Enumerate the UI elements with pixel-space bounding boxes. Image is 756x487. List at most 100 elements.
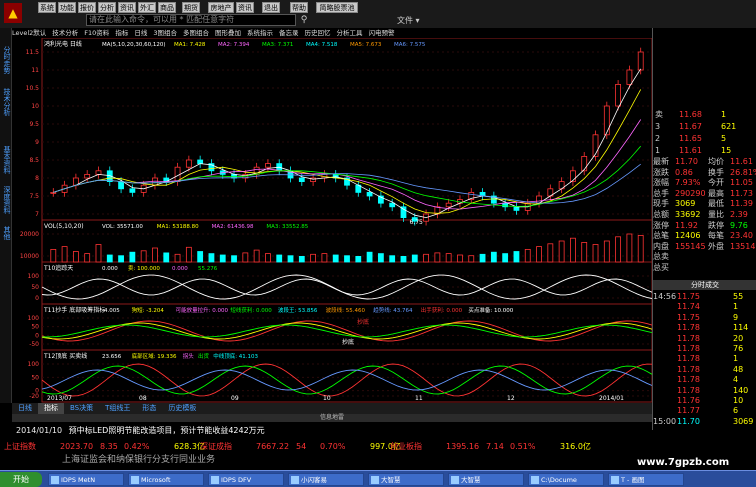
menu-item-2[interactable]: F10资料 <box>84 28 109 38</box>
volume-bar <box>355 255 362 263</box>
toolbar-button-7[interactable]: 期货 <box>182 2 200 13</box>
stat-key: 总手 <box>653 188 669 198</box>
volume-bar <box>61 246 68 263</box>
toolbar-button-1[interactable]: 功能 <box>58 2 76 13</box>
ticker-message[interactable]: 上海证监会和纳保银行分支行同业业务 <box>62 453 215 467</box>
trade-price: 11.78 <box>677 375 700 385</box>
menu-item-0[interactable]: Level2默认 <box>12 28 46 38</box>
toolbar-button-3[interactable]: 分析 <box>98 2 116 13</box>
bottom-tab-2[interactable]: BS决策 <box>64 403 99 414</box>
toolbar-button-8[interactable]: 房地产 <box>208 2 234 13</box>
stat-row-9: 总卖 <box>653 252 756 262</box>
y-tick-4-0: 100 <box>28 361 40 368</box>
panel-legend-3-8: 买点准备: 10.000 <box>468 306 513 314</box>
taskbar-item-1[interactable]: Microsoft <box>128 473 204 486</box>
volume-bar <box>129 251 136 263</box>
panel-legend-3-7: 出手获利: 0.000 <box>421 306 463 314</box>
news-item[interactable]: 2014/01/10 预中标LED照明节能改造项目，预计节能收益4242万元 <box>12 422 652 440</box>
left-tab-1[interactable]: 技术分析 <box>1 88 11 116</box>
stat-value: 3069 <box>675 199 696 209</box>
trade-row-12: 15:00 11.70 3069 <box>653 417 756 427</box>
menu-item-1[interactable]: 技术分析 <box>52 28 78 38</box>
index-name-2[interactable]: 创业板指 <box>390 441 422 453</box>
stat-row-0: 最新 11.70 均价 11.61 <box>653 157 756 167</box>
news-title[interactable]: 预中标LED照明节能改造项目，预计节能收益4242万元 <box>69 426 265 435</box>
command-search-input[interactable]: 请在此输入命令，可以用 * 匹配任意字符 <box>86 14 296 26</box>
toolbar-button-2[interactable]: 报价 <box>78 2 96 13</box>
menu-item-12[interactable]: 闪电预警 <box>368 28 394 38</box>
stat-row-6: 涨停 11.92 跌停 9.76 <box>653 221 756 231</box>
taskbar-item-3[interactable]: 小闪客易 <box>288 473 364 486</box>
trade-row-0: 14:56 11.75 55 <box>653 292 756 302</box>
left-tab-0[interactable]: 分时走势 <box>1 46 11 74</box>
stat-key: 内盘 <box>653 241 669 251</box>
menu-item-11[interactable]: 分析工具 <box>336 28 362 38</box>
bottom-tab-4[interactable]: 形态 <box>136 403 162 414</box>
ask-price: 11.61 <box>679 146 702 155</box>
panel-legend-2-1: 卖: 100.000 <box>128 265 160 272</box>
stat-value: 11.92 <box>675 220 698 230</box>
candle <box>265 163 271 168</box>
menu-item-6[interactable]: 多图组合 <box>183 28 209 38</box>
menu-item-9[interactable]: 备忘录 <box>279 28 299 38</box>
x-axis-label-6: 2014/01 <box>599 395 624 402</box>
trade-volume: 55 <box>733 292 744 301</box>
menu-item-4[interactable]: 日线 <box>134 28 147 38</box>
stat-key: 总笔 <box>653 231 669 241</box>
file-menu[interactable]: 文件 ▾ <box>397 15 420 26</box>
volume-bar <box>457 254 463 263</box>
toolbar-button-4[interactable]: 资讯 <box>118 2 136 13</box>
taskbar-item-4[interactable]: 大智慧 <box>368 473 444 486</box>
chart-area[interactable]: 鸿利光电 日线 MA(5,10,20,30,60,120) MA1: 7.428 MA… <box>12 28 652 403</box>
taskbar-item-0[interactable]: IDPS MetN <box>48 473 124 486</box>
ask-price: 11.68 <box>679 110 702 119</box>
toolbar-button-12[interactable]: 简略股票池 <box>316 2 358 13</box>
taskbar-item-6[interactable]: C:\Docume <box>528 473 604 486</box>
index-name-0[interactable]: 上证指数 <box>4 441 36 453</box>
panel-legend-1-0: VOL: 35571.00 <box>102 224 143 230</box>
left-tab-3[interactable]: 深度资料 <box>1 186 11 214</box>
start-button[interactable]: 开始 <box>0 472 42 487</box>
candle <box>615 84 622 107</box>
news-ticker: 上海证监会和纳保银行分支行同业业务 <box>0 453 590 467</box>
ask-price: 11.65 <box>679 134 702 143</box>
trade-row-6: 11.78 1 <box>653 354 756 364</box>
ask-label: 3 <box>655 122 661 131</box>
toolbar-button-0[interactable]: 系统 <box>38 2 56 13</box>
menu-item-10[interactable]: 历史回忆 <box>304 28 330 38</box>
trade-row-10: 11.76 10 <box>653 396 756 406</box>
taskbar-item-2[interactable]: IDPS DFV <box>208 473 284 486</box>
taskbar-item-5[interactable]: 大智慧 <box>448 473 524 486</box>
panel-legend-0-4: MA4: 7.518 <box>306 42 338 48</box>
trade-row-8: 11.78 4 <box>653 375 756 385</box>
index-name-1[interactable]: 深证成指 <box>200 441 232 453</box>
stat-value: 11.70 <box>675 157 698 166</box>
toolbar-button-6[interactable]: 商品 <box>158 2 176 13</box>
menu-item-3[interactable]: 指标 <box>115 28 128 38</box>
menu-item-5[interactable]: 3图组合 <box>153 28 177 38</box>
magnifier-icon[interactable]: ⚲ <box>298 14 310 26</box>
stat-key: 最新 <box>653 157 669 166</box>
bottom-tab-0[interactable]: 日线 <box>12 403 38 414</box>
taskbar-item-7[interactable]: T - 画图 <box>608 473 684 486</box>
trade-price: 11.75 <box>677 312 700 322</box>
menu-item-7[interactable]: 图形叠加 <box>215 28 241 38</box>
left-tab-2[interactable]: 基本资料 <box>1 146 11 174</box>
toolbar-button-5[interactable]: 外汇 <box>138 2 156 13</box>
bottom-tab-3[interactable]: T组线王 <box>99 403 136 414</box>
bottom-tab-5[interactable]: 历史模板 <box>162 403 202 414</box>
panel-legend-3-5: 波段线: 55.460 <box>326 306 366 314</box>
toolbar-button-10[interactable]: 退出 <box>262 2 280 13</box>
bottom-tab-1[interactable]: 指标 <box>38 403 64 414</box>
trade-row-2: 11.75 9 <box>653 313 756 323</box>
y-tick-1-1: 10000 <box>20 253 39 260</box>
ask-volume: 5 <box>721 134 727 143</box>
toolbar-button-11[interactable]: 帮助 <box>290 2 308 13</box>
menu-item-8[interactable]: 系统指示 <box>247 28 273 38</box>
stat-row-10: 总买 <box>653 263 756 273</box>
chart-canvas[interactable]: 鸿利光电 日线 MA(5,10,20,30,60,120) MA1: 7.428 MA… <box>12 28 652 403</box>
x-axis-label-5: 12 <box>507 395 515 402</box>
toolbar-button-9[interactable]: 资讯 <box>236 2 254 13</box>
left-tab-4[interactable]: 其他 <box>1 226 11 240</box>
candle <box>197 159 204 164</box>
